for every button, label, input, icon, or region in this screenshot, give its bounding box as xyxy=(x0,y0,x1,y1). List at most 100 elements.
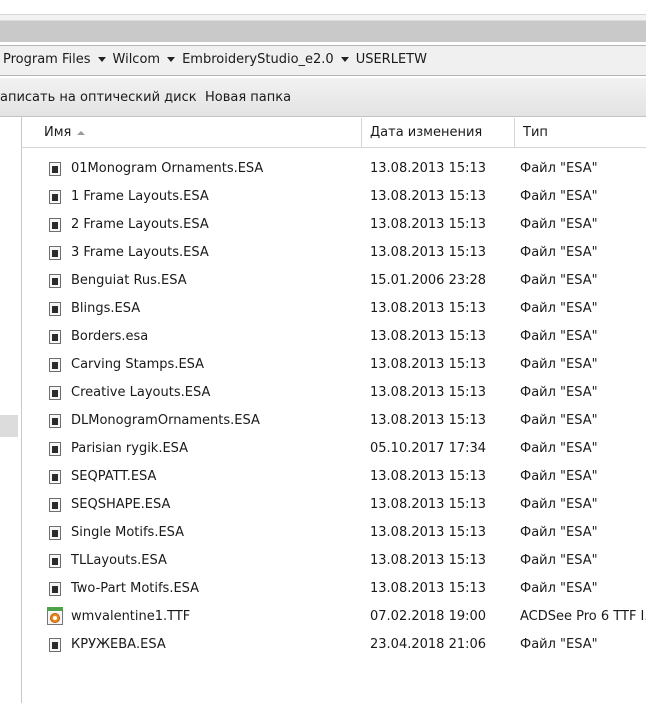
file-type: Файл "ESA" xyxy=(520,413,598,428)
breadcrumb: Program Files Wilcom EmbroideryStudio_e2… xyxy=(3,52,427,67)
file-modified-date: 13.08.2013 15:13 xyxy=(370,329,487,344)
breadcrumb-wilcom[interactable]: Wilcom xyxy=(113,52,161,67)
file-row[interactable]: КРУЖЕВА.ESA 23.04.2018 21:06 Файл "ESA" xyxy=(22,631,646,659)
file-name[interactable]: Benguiat Rus.ESA xyxy=(71,267,187,295)
breadcrumb-embroiderystudio[interactable]: EmbroideryStudio_e2.0 xyxy=(182,52,334,67)
file-name[interactable]: Single Motifs.ESA xyxy=(71,519,184,547)
esa-file-icon xyxy=(49,274,61,288)
esa-file-icon xyxy=(49,526,61,540)
breadcrumb-userletw[interactable]: USERLETW xyxy=(356,52,427,67)
file-name[interactable]: DLMonogramOrnaments.ESA xyxy=(71,407,260,435)
file-row[interactable]: wmvalentine1.TTF 07.02.2018 19:00 ACDSee P… xyxy=(22,603,646,631)
ttf-font-file-icon xyxy=(47,607,63,625)
file-modified-date: 13.08.2013 15:13 xyxy=(370,385,487,400)
esa-file-icon xyxy=(49,414,61,428)
esa-file-icon xyxy=(49,386,61,400)
esa-file-icon xyxy=(49,218,61,232)
file-name[interactable]: 01Monogram Ornaments.ESA xyxy=(71,155,263,183)
file-type: Файл "ESA" xyxy=(520,217,598,232)
column-header-date[interactable]: Дата изменения xyxy=(362,118,515,147)
column-header-type[interactable]: Тип xyxy=(515,118,646,147)
file-row[interactable]: 01Monogram Ornaments.ESA 13.08.2013 15:13… xyxy=(22,155,646,183)
file-name[interactable]: Borders.esa xyxy=(71,323,148,351)
file-row[interactable]: 3 Frame Layouts.ESA 13.08.2013 15:13 Файл … xyxy=(22,239,646,267)
file-name[interactable]: TLLayouts.ESA xyxy=(71,547,167,575)
file-type: Файл "ESA" xyxy=(520,301,598,316)
new-folder-button[interactable]: Новая папка xyxy=(205,90,291,105)
file-modified-date: 13.08.2013 15:13 xyxy=(370,245,487,260)
file-row[interactable]: Carving Stamps.ESA 13.08.2013 15:13 Файл "… xyxy=(22,351,646,379)
file-modified-date: 13.08.2013 15:13 xyxy=(370,497,487,512)
file-row[interactable]: 1 Frame Layouts.ESA 13.08.2013 15:13 Файл … xyxy=(22,183,646,211)
file-type: Файл "ESA" xyxy=(520,441,598,456)
file-name[interactable]: Blings.ESA xyxy=(71,295,140,323)
address-bar[interactable]: Program Files Wilcom EmbroideryStudio_e2… xyxy=(0,45,646,76)
file-modified-date: 13.08.2013 15:13 xyxy=(370,581,487,596)
esa-file-icon xyxy=(49,246,61,260)
column-type-label: Тип xyxy=(523,125,548,140)
file-name[interactable]: 3 Frame Layouts.ESA xyxy=(71,239,209,267)
sort-ascending-icon xyxy=(77,130,86,135)
file-name[interactable]: SEQPATT.ESA xyxy=(71,463,156,491)
file-type: Файл "ESA" xyxy=(520,385,598,400)
file-modified-date: 13.08.2013 15:13 xyxy=(370,553,487,568)
file-row[interactable]: Parisian rygik.ESA 05.10.2017 17:34 Файл "… xyxy=(22,435,646,463)
file-name[interactable]: wmvalentine1.TTF xyxy=(71,603,190,631)
file-row[interactable]: Benguiat Rus.ESA 15.01.2006 23:28 Файл "ES… xyxy=(22,267,646,295)
file-row[interactable]: SEQPATT.ESA 13.08.2013 15:13 Файл "ESA" xyxy=(22,463,646,491)
file-name[interactable]: Carving Stamps.ESA xyxy=(71,351,204,379)
breadcrumb-chevron-down-icon[interactable] xyxy=(167,57,176,62)
esa-file-icon xyxy=(49,582,61,596)
navigation-selected-item[interactable] xyxy=(0,415,18,437)
file-row[interactable]: TLLayouts.ESA 13.08.2013 15:13 Файл "ESA" xyxy=(22,547,646,575)
file-modified-date: 13.08.2013 15:13 xyxy=(370,217,487,232)
file-row[interactable]: Borders.esa 13.08.2013 15:13 Файл "ESA" xyxy=(22,323,646,351)
breadcrumb-chevron-down-icon[interactable] xyxy=(97,57,106,62)
file-type: Файл "ESA" xyxy=(520,161,598,176)
navigation-pane[interactable] xyxy=(0,117,22,703)
file-modified-date: 13.08.2013 15:13 xyxy=(370,525,487,540)
file-type: Файл "ESA" xyxy=(520,245,598,260)
file-row[interactable]: SEQSHAPE.ESA 13.08.2013 15:13 Файл "ESA" xyxy=(22,491,646,519)
file-type: ACDSee Pro 6 TTF I... xyxy=(520,609,646,624)
file-type: Файл "ESA" xyxy=(520,329,598,344)
file-type: Файл "ESA" xyxy=(520,553,598,568)
burn-to-disc-button[interactable]: аписать на оптический диск xyxy=(0,90,197,105)
file-name[interactable]: Two-Part Motifs.ESA xyxy=(71,575,199,603)
file-name[interactable]: 1 Frame Layouts.ESA xyxy=(71,183,209,211)
file-name[interactable]: КРУЖЕВА.ESA xyxy=(71,631,166,659)
file-row[interactable]: 2 Frame Layouts.ESA 13.08.2013 15:13 Файл … xyxy=(22,211,646,239)
file-row[interactable]: Creative Layouts.ESA 13.08.2013 15:13 Файл… xyxy=(22,379,646,407)
file-name[interactable]: Creative Layouts.ESA xyxy=(71,379,210,407)
esa-file-icon xyxy=(49,190,61,204)
file-row[interactable]: Single Motifs.ESA 13.08.2013 15:13 Файл "E… xyxy=(22,519,646,547)
window-top-strip xyxy=(0,0,646,15)
esa-file-icon xyxy=(49,498,61,512)
file-name[interactable]: SEQSHAPE.ESA xyxy=(71,491,170,519)
column-name-label: Имя xyxy=(44,125,72,140)
column-date-label: Дата изменения xyxy=(370,125,483,140)
file-row[interactable]: Two-Part Motifs.ESA 13.08.2013 15:13 Файл … xyxy=(22,575,646,603)
column-header: Имя Дата изменения Тип xyxy=(22,118,646,148)
breadcrumb-program-files[interactable]: Program Files xyxy=(3,52,91,67)
esa-file-icon xyxy=(49,638,61,652)
file-type: Файл "ESA" xyxy=(520,273,598,288)
esa-file-icon xyxy=(49,162,61,176)
file-row[interactable]: Blings.ESA 13.08.2013 15:13 Файл "ESA" xyxy=(22,295,646,323)
file-modified-date: 07.02.2018 19:00 xyxy=(370,609,487,624)
file-row[interactable]: DLMonogramOrnaments.ESA 13.08.2013 15:13 Ф… xyxy=(22,407,646,435)
esa-file-icon xyxy=(49,554,61,568)
esa-file-icon xyxy=(49,358,61,372)
file-list: 01Monogram Ornaments.ESA 13.08.2013 15:13… xyxy=(22,155,646,659)
file-type: Файл "ESA" xyxy=(520,497,598,512)
file-type: Файл "ESA" xyxy=(520,189,598,204)
file-name[interactable]: 2 Frame Layouts.ESA xyxy=(71,211,209,239)
file-name[interactable]: Parisian rygik.ESA xyxy=(71,435,188,463)
file-type: Файл "ESA" xyxy=(520,357,598,372)
file-modified-date: 13.08.2013 15:13 xyxy=(370,161,487,176)
file-modified-date: 13.08.2013 15:13 xyxy=(370,189,487,204)
file-modified-date: 13.08.2013 15:13 xyxy=(370,413,487,428)
breadcrumb-chevron-down-icon[interactable] xyxy=(340,57,349,62)
column-header-name[interactable]: Имя xyxy=(22,118,362,147)
file-modified-date: 13.08.2013 15:13 xyxy=(370,301,487,316)
